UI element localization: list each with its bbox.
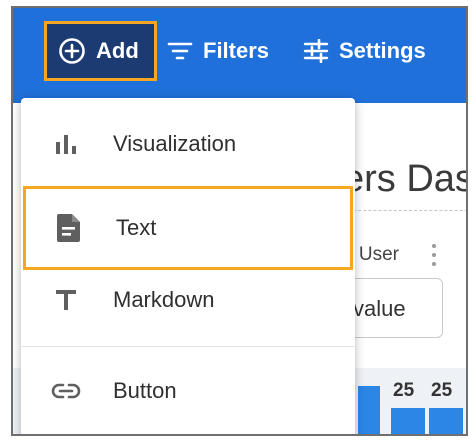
link-icon: [49, 374, 83, 408]
menu-item-label: Text: [116, 215, 157, 240]
add-dropdown-menu: Visualization Text Markdown Button: [21, 98, 355, 434]
plus-circle-icon: [58, 37, 86, 65]
menu-item-text[interactable]: Text: [23, 186, 353, 270]
filters-button-label: Filters: [203, 38, 270, 63]
menu-item-label: Button: [113, 378, 177, 403]
menu-item-label: Visualization: [113, 131, 237, 156]
text-format-icon: [49, 283, 83, 317]
menu-item-button[interactable]: Button: [21, 353, 355, 429]
filters-button[interactable]: Filters: [167, 21, 269, 81]
kebab-menu-icon[interactable]: [431, 244, 437, 266]
add-button[interactable]: Add: [44, 21, 157, 81]
chart-bar[interactable]: [358, 386, 380, 434]
chart-value-label: 25: [431, 380, 453, 401]
add-button-label: Add: [96, 38, 139, 63]
menu-item-label: Markdown: [113, 287, 215, 312]
settings-button[interactable]: Settings: [303, 21, 426, 81]
screenshot-frame: Add Filters Settings ers Das o User valu…: [11, 6, 468, 436]
menu-item-visualization[interactable]: Visualization: [21, 106, 355, 182]
menu-separator: [21, 346, 355, 347]
chart-bar[interactable]: [391, 408, 425, 434]
document-icon: [52, 211, 86, 245]
sliders-icon: [303, 39, 329, 63]
dashboard-title: ers Das: [343, 158, 468, 200]
menu-item-markdown[interactable]: Markdown: [21, 262, 355, 338]
bar-chart-icon: [49, 127, 83, 161]
chart-value-label: 25: [393, 380, 415, 401]
filter-value-placeholder: value: [353, 296, 406, 321]
chart-bar[interactable]: [429, 408, 463, 434]
settings-button-label: Settings: [339, 38, 426, 63]
filter-icon: [167, 40, 193, 62]
title-divider: [343, 210, 466, 211]
dashboard-toolbar: Add Filters Settings: [13, 8, 466, 103]
